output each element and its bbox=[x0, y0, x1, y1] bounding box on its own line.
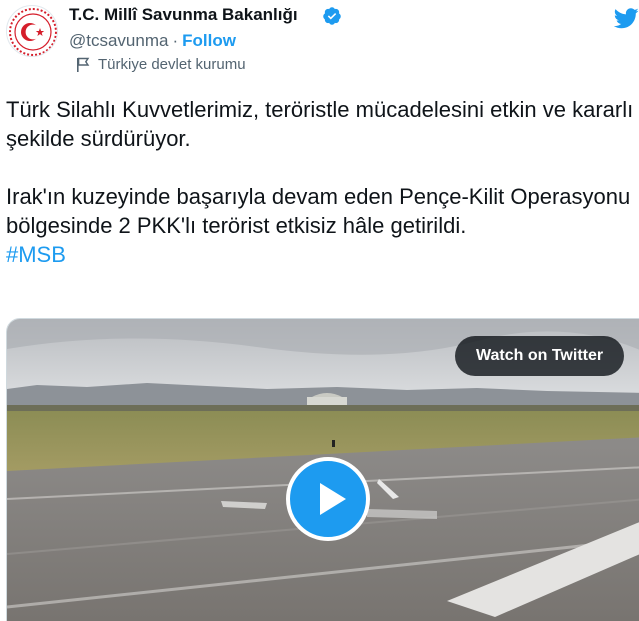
play-icon[interactable] bbox=[286, 457, 370, 541]
flag-icon bbox=[77, 57, 90, 72]
separator: · bbox=[172, 31, 179, 50]
crescent-star-logo bbox=[9, 8, 57, 56]
avatar[interactable] bbox=[6, 5, 58, 57]
author-handle[interactable]: @tcsavunma bbox=[69, 31, 168, 50]
twitter-bird-icon[interactable] bbox=[614, 8, 639, 29]
verified-badge-icon bbox=[323, 7, 341, 25]
follow-button[interactable]: Follow bbox=[182, 31, 236, 50]
author-name[interactable]: T.C. Millî Savunma Bakanlığı bbox=[69, 5, 298, 25]
handle-row: @tcsavunma · Follow bbox=[69, 31, 236, 51]
tweet-paragraph: Irak'ın kuzeyinde başarıyla devam eden P… bbox=[6, 184, 631, 238]
hashtag-link[interactable]: #MSB bbox=[6, 240, 636, 269]
video-preview[interactable]: Watch on Twitter bbox=[6, 318, 639, 621]
watch-on-twitter-button[interactable]: Watch on Twitter bbox=[455, 336, 625, 376]
tweet-text: Türk Silahlı Kuvvetlerimiz, teröristle m… bbox=[6, 95, 636, 269]
account-label: Türkiye devlet kurumu bbox=[76, 56, 246, 73]
account-label-text: Türkiye devlet kurumu bbox=[98, 56, 246, 73]
tweet-paragraph: Türk Silahlı Kuvvetlerimiz, teröristle m… bbox=[6, 97, 634, 151]
